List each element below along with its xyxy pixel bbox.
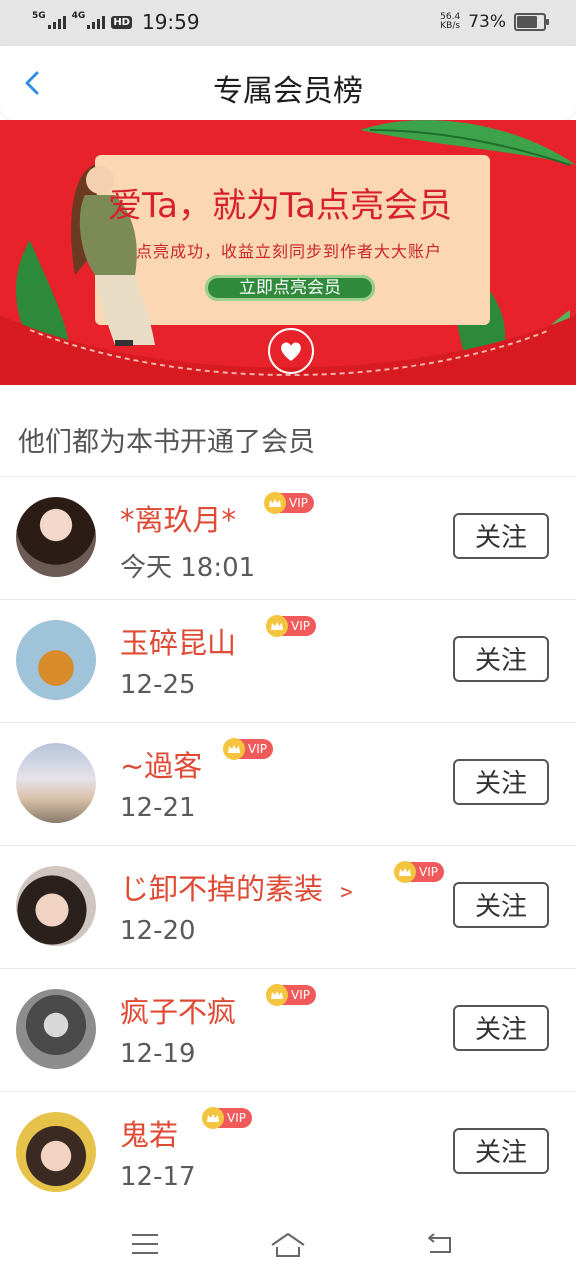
avatar[interactable]	[16, 497, 96, 577]
list-item[interactable]: *离玖月* VIP 今天 18:01 关注	[0, 477, 576, 600]
network-label-4g: 4G	[71, 10, 86, 21]
follow-button[interactable]: 关注	[453, 513, 549, 559]
follow-button[interactable]: 关注	[453, 1128, 549, 1174]
vip-badge: VIP	[394, 861, 444, 883]
system-nav-bar	[0, 1212, 576, 1280]
member-name[interactable]: 疯子不疯	[120, 989, 236, 1031]
member-name[interactable]: 鬼若	[120, 1112, 178, 1154]
crown-icon	[394, 861, 416, 883]
avatar[interactable]	[16, 620, 96, 700]
signal-icon	[47, 15, 66, 29]
avatar[interactable]	[16, 743, 96, 823]
member-name[interactable]: *离玖月*	[120, 497, 236, 539]
member-date: 今天 18:01	[120, 553, 256, 583]
vip-badge: VIP	[223, 738, 273, 760]
section-title: 他们都为本书开通了会员	[18, 427, 315, 458]
avatar[interactable]	[16, 866, 96, 946]
avatar[interactable]	[16, 1112, 96, 1192]
vip-badge: VIP	[264, 492, 314, 514]
follow-button[interactable]: 关注	[453, 1005, 549, 1051]
list-item[interactable]: 鬼若 VIP 12-17 关注	[0, 1092, 576, 1215]
battery-percent: 73%	[468, 12, 506, 32]
follow-button[interactable]: 关注	[453, 759, 549, 805]
network-label-5g: 5G	[32, 10, 46, 21]
crown-icon	[264, 492, 286, 514]
member-name[interactable]: ~過客	[120, 743, 202, 785]
vip-badge: VIP	[266, 615, 316, 637]
clock: 19:59	[141, 10, 200, 34]
member-date: 12-19	[120, 1039, 196, 1069]
member-name[interactable]: 玉碎昆山	[120, 620, 236, 662]
member-date: 12-20	[120, 916, 196, 946]
member-date: 12-17	[120, 1162, 196, 1192]
banner-title: 爱Ta，就为Ta点亮会员	[108, 186, 452, 226]
avatar[interactable]	[16, 989, 96, 1069]
banner-subtitle: 点亮成功，收益立刻同步到作者大大账户	[136, 242, 443, 261]
speed-unit: KB/s	[440, 21, 461, 31]
heart-seal-icon	[268, 328, 314, 374]
menu-icon[interactable]	[131, 1232, 159, 1256]
crown-icon	[266, 984, 288, 1006]
home-icon[interactable]	[270, 1232, 306, 1260]
vip-badge: VIP	[266, 984, 316, 1006]
member-list: *离玖月* VIP 今天 18:01 关注 玉碎昆山 VIP 12-25 关注 …	[0, 477, 576, 1215]
status-bar: 5G 4G HD 19:59 56.4 KB/s 73%	[0, 0, 576, 46]
list-item[interactable]: じ卸不掉的素装 ﹥ VIP 12-20 关注	[0, 846, 576, 969]
crown-icon	[223, 738, 245, 760]
promo-banner[interactable]: 爱Ta，就为Ta点亮会员 点亮成功，收益立刻同步到作者大大账户 立即点亮会员	[0, 120, 576, 385]
member-name[interactable]: じ卸不掉的素装 ﹥	[120, 866, 361, 908]
member-date: 12-25	[120, 670, 196, 700]
list-item[interactable]: ~過客 VIP 12-21 关注	[0, 723, 576, 846]
header-bar: 专属会员榜	[0, 46, 576, 120]
battery-fill	[517, 16, 538, 28]
member-date: 12-21	[120, 793, 196, 823]
follow-button[interactable]: 关注	[453, 882, 549, 928]
vip-badge: VIP	[202, 1107, 252, 1129]
battery-icon	[514, 13, 549, 31]
network-speed: 56.4 KB/s	[440, 13, 460, 31]
crown-icon	[266, 615, 288, 637]
signal-icon-2	[87, 15, 106, 29]
page-title: 专属会员榜	[213, 74, 363, 109]
follow-button[interactable]: 关注	[453, 636, 549, 682]
list-item[interactable]: 疯子不疯 VIP 12-19 关注	[0, 969, 576, 1092]
crown-icon	[202, 1107, 224, 1129]
list-item[interactable]: 玉碎昆山 VIP 12-25 关注	[0, 600, 576, 723]
back-arrow-icon[interactable]	[426, 1232, 454, 1256]
hd-badge: HD	[111, 15, 132, 29]
